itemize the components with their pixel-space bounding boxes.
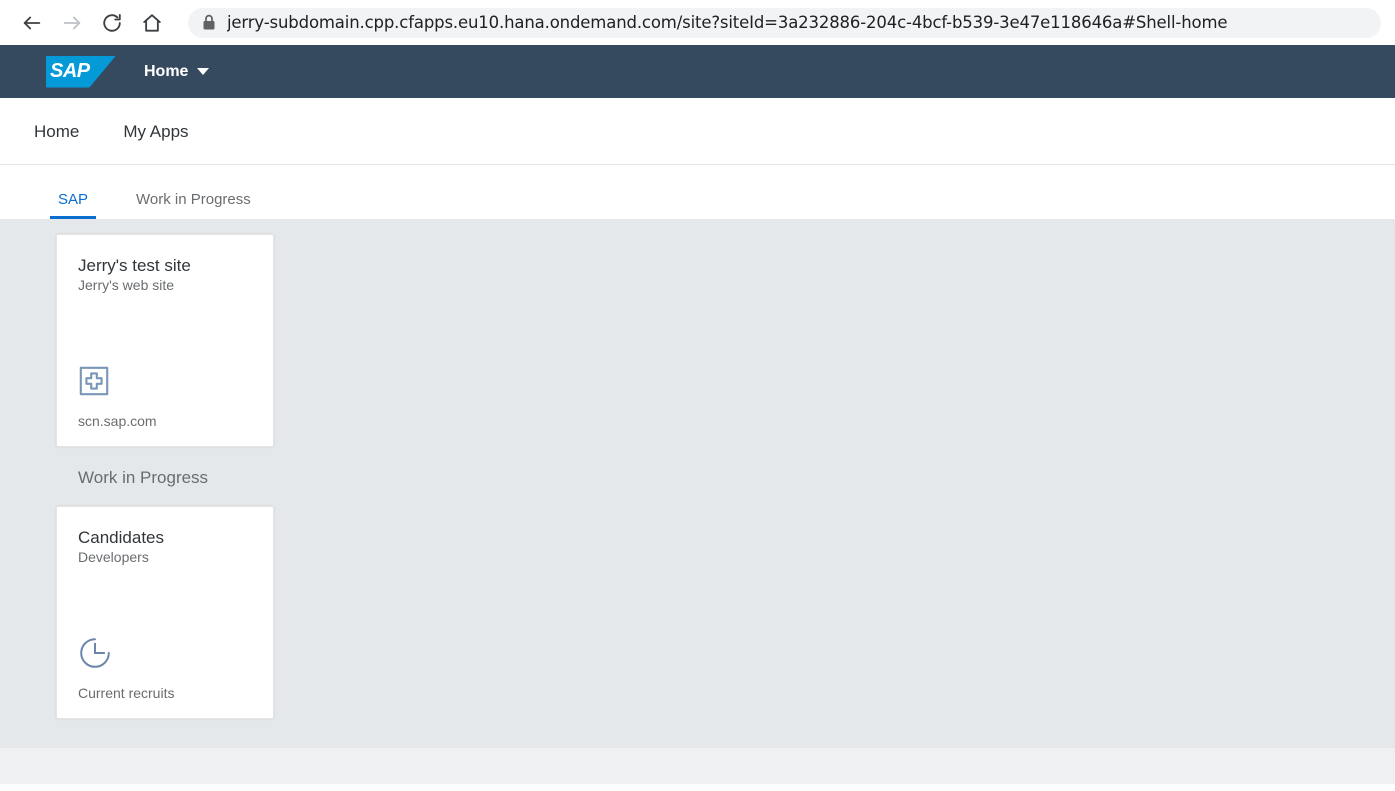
- tile-spacer: [78, 295, 252, 361]
- chevron-down-icon: [197, 68, 210, 75]
- sap-logo-text: SAP: [50, 60, 90, 82]
- url-bar[interactable]: jerry-subdomain.cpp.cfapps.eu10.hana.ond…: [188, 7, 1381, 38]
- tile-content-area: Jerry's test site Jerry's web site scn.s…: [0, 219, 1395, 748]
- tab-sap[interactable]: SAP: [34, 192, 112, 219]
- tile-group-header: Work in Progress: [78, 468, 209, 487]
- add-product-icon: [78, 361, 252, 401]
- back-button[interactable]: [14, 5, 50, 41]
- reload-button[interactable]: [94, 5, 130, 41]
- tab-label: SAP: [58, 191, 89, 208]
- tile-footer: Current recruits: [78, 685, 175, 702]
- tile-row: Jerry's test site Jerry's web site scn.s…: [0, 234, 1395, 447]
- tile-subtitle: Developers: [78, 549, 149, 566]
- home-icon: [141, 12, 163, 34]
- tab-work-in-progress[interactable]: Work in Progress: [112, 192, 275, 219]
- page-nav-item-label: Home: [34, 121, 80, 141]
- home-button[interactable]: [134, 5, 170, 41]
- url-text: jerry-subdomain.cpp.cfapps.eu10.hana.ond…: [227, 13, 1228, 32]
- arrow-left-icon: [21, 12, 43, 34]
- page-nav: Home My Apps: [0, 98, 1395, 165]
- tile-jerrys-test-site[interactable]: Jerry's test site Jerry's web site scn.s…: [56, 234, 274, 447]
- lock-icon: [202, 14, 216, 31]
- shell-title-label: Home: [144, 62, 189, 80]
- tab-label: Work in Progress: [136, 191, 251, 208]
- page-nav-item-home[interactable]: Home: [12, 123, 101, 140]
- history-clock-icon: [78, 633, 252, 673]
- tile-title: Candidates: [78, 528, 165, 547]
- tile-candidates[interactable]: Candidates Developers Current recruits: [56, 506, 274, 719]
- browser-toolbar: jerry-subdomain.cpp.cfapps.eu10.hana.ond…: [0, 0, 1395, 45]
- tile-subtitle: Jerry's web site: [78, 277, 175, 294]
- tab-strip: SAP Work in Progress: [0, 165, 1395, 219]
- tile-spacer: [78, 567, 252, 633]
- reload-icon: [101, 12, 123, 34]
- tile-title: Jerry's test site: [78, 256, 191, 275]
- tile-row: Candidates Developers Current recruits: [0, 506, 1395, 719]
- page-nav-item-label: My Apps: [123, 121, 189, 141]
- page-nav-item-my-apps[interactable]: My Apps: [101, 123, 210, 140]
- sap-logo[interactable]: SAP: [46, 55, 116, 88]
- arrow-right-icon: [61, 12, 83, 34]
- forward-button[interactable]: [54, 5, 90, 41]
- tile-group-work-in-progress: Work in Progress Candidates Developers C…: [0, 447, 1395, 719]
- tile-group-sap: Jerry's test site Jerry's web site scn.s…: [0, 234, 1395, 447]
- tile-footer: scn.sap.com: [78, 413, 157, 430]
- shell-header: SAP Home: [0, 45, 1395, 98]
- shell-title-button[interactable]: Home: [144, 62, 210, 81]
- below-app-filler: [0, 748, 1395, 784]
